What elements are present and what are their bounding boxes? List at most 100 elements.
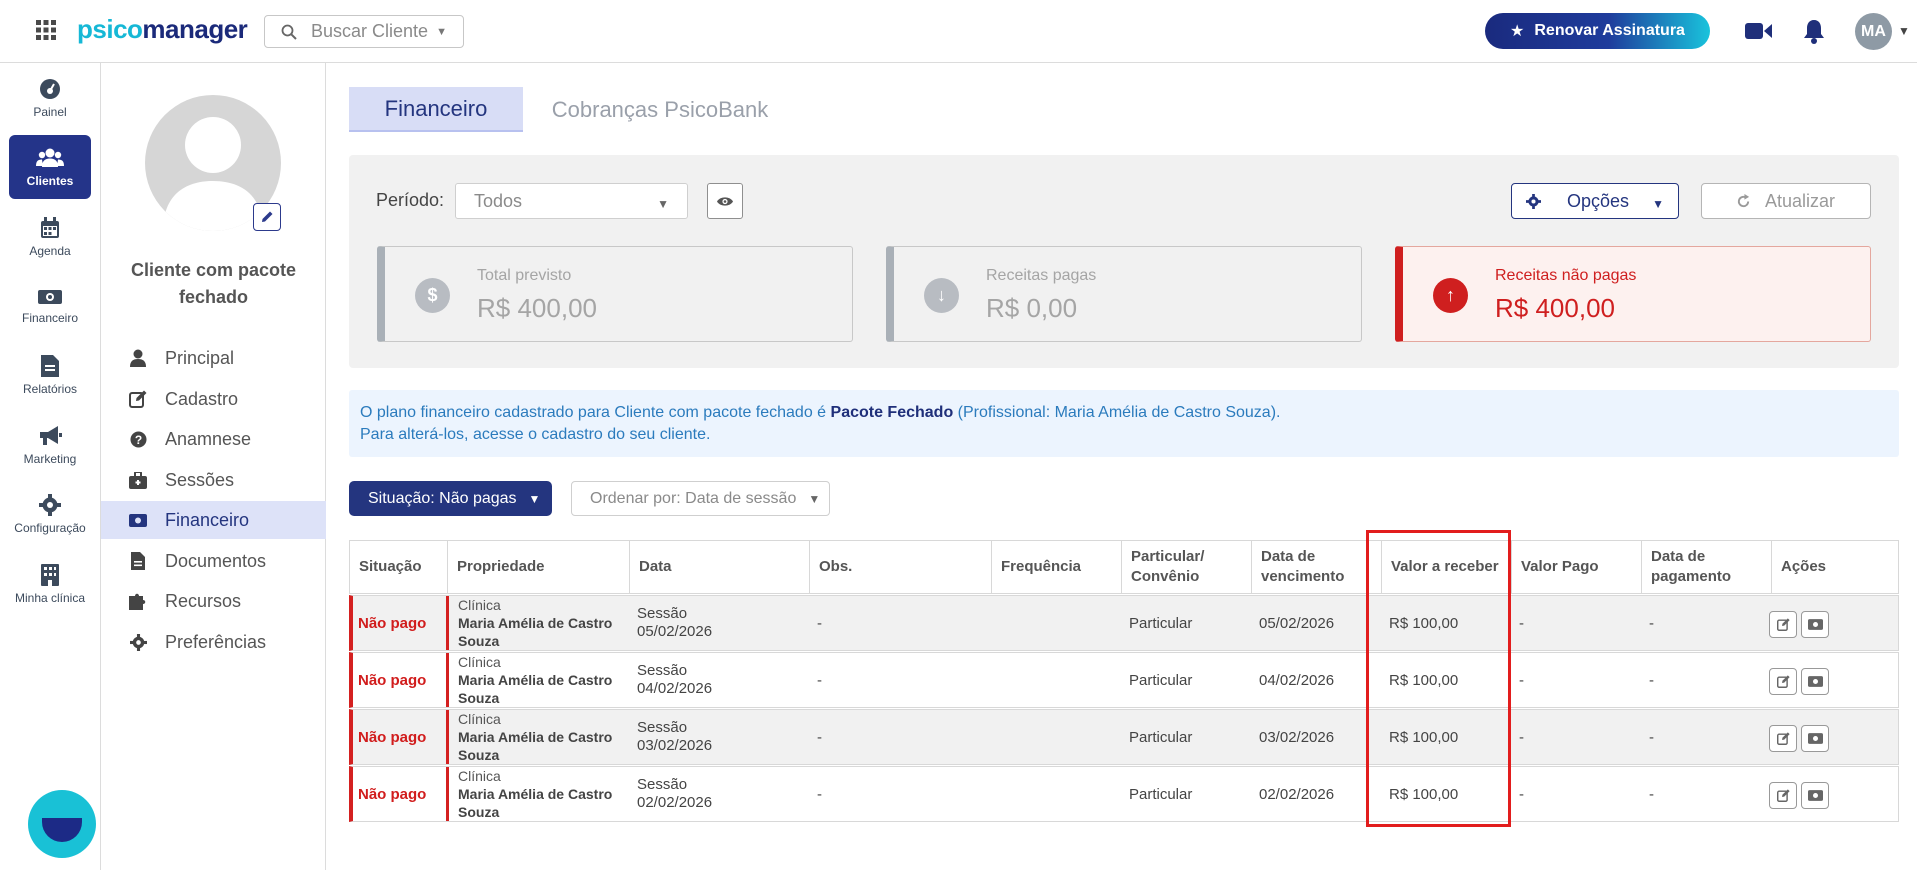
col-obs[interactable]: Obs. [809, 541, 991, 593]
toggle-visibility-button[interactable] [707, 183, 743, 219]
edit-icon [1776, 732, 1790, 745]
nav-item-painel[interactable]: Painel [9, 66, 91, 130]
client-menu-principal[interactable]: Principal [101, 339, 326, 377]
edit-entry-button[interactable] [1769, 668, 1797, 695]
help-chat-bubble[interactable] [28, 790, 96, 858]
question-icon: ? [130, 431, 146, 447]
top-bar: psicomanager Buscar Cliente ▼ ★ Renovar … [0, 0, 1917, 63]
cell-valor: R$ 100,00 [1389, 728, 1459, 746]
dashboard-icon [40, 78, 60, 99]
search-icon [281, 24, 297, 40]
col-data-vencimento[interactable]: Data de vencimento [1251, 541, 1381, 593]
renew-subscription-button[interactable]: ★ Renovar Assinatura [1485, 13, 1710, 49]
atualizar-button[interactable]: Atualizar [1701, 183, 1871, 219]
register-payment-button[interactable] [1801, 611, 1829, 638]
register-payment-button[interactable] [1801, 782, 1829, 809]
cell-status: Não pago [358, 728, 427, 746]
col-particular-convenio[interactable]: Particular/ Convênio [1121, 541, 1251, 593]
nav-item-clientes[interactable]: Clientes [9, 135, 91, 199]
nav-item-minha-clinica[interactable]: Minha clínica [9, 552, 91, 616]
col-valor-pago[interactable]: Valor Pago [1511, 541, 1641, 593]
col-situacao[interactable]: Situação [350, 541, 447, 593]
propriedade-line: Souza [458, 747, 500, 763]
col-frequencia[interactable]: Frequência [991, 541, 1121, 593]
header-line: vencimento [1261, 568, 1345, 585]
tab-cobrancas-psicobank[interactable]: Cobranças PsicoBank [530, 87, 790, 132]
client-menu-documentos[interactable]: Documentos [101, 542, 326, 580]
periodo-select[interactable]: Todos ▼ [455, 183, 688, 219]
briefcase-icon [129, 471, 147, 489]
pencil-icon [262, 211, 273, 222]
card-value: R$ 400,00 [477, 293, 597, 323]
opcoes-label: Opções [1567, 190, 1630, 211]
video-camera-icon[interactable] [1745, 21, 1773, 41]
gear-icon [1526, 193, 1541, 209]
header-line: Data de [1261, 548, 1316, 565]
bell-icon[interactable] [1803, 18, 1825, 44]
nav-item-financeiro[interactable]: Financeiro [9, 274, 91, 338]
avatar-chevron-down-icon[interactable]: ▼ [1898, 24, 1910, 38]
apps-grid-icon[interactable] [36, 20, 56, 40]
client-menu-sessoes[interactable]: Sessões [101, 461, 326, 499]
ordenar-dropdown-button[interactable]: Ordenar por: Data de sessão ▼ [571, 481, 830, 516]
eye-icon [717, 196, 733, 206]
cell-freq [990, 596, 1120, 650]
nav-label: Configuração [14, 520, 86, 535]
client-menu-anamnese[interactable]: ? Anamnese [101, 420, 326, 458]
table-row[interactable]: Não pago Clínica Maria Amélia de Castro Sou… [349, 766, 1899, 822]
table-row[interactable]: Não pago Clínica Maria Amélia de Castro Sou… [349, 595, 1899, 651]
data-line: Sessão [637, 776, 688, 793]
gear-icon [39, 493, 61, 516]
tab-financeiro[interactable]: Financeiro [349, 87, 523, 132]
cell-status: Não pago [358, 785, 427, 803]
register-payment-button[interactable] [1801, 725, 1829, 752]
cell-venc: 02/02/2026 [1259, 785, 1335, 803]
psicomanager-logo[interactable]: psicomanager [77, 14, 248, 45]
col-valor-receber[interactable]: Valor a receber [1381, 541, 1511, 593]
client-menu-preferencias[interactable]: Preferências [101, 623, 326, 661]
table-row[interactable]: Não pago Clínica Maria Amélia de Castro Sou… [349, 709, 1899, 765]
client-menu-financeiro[interactable]: Financeiro [101, 501, 326, 539]
edit-entry-button[interactable] [1769, 611, 1797, 638]
client-menu-label: Preferências [165, 631, 267, 652]
client-menu-label: Anamnese [165, 428, 252, 449]
nav-item-configuracao[interactable]: Configuração [9, 482, 91, 546]
header-line: Particular/ [1131, 548, 1205, 565]
edit-entry-button[interactable] [1769, 782, 1797, 809]
situacao-filter-button[interactable]: Situação: Não pagas ▼ [349, 481, 552, 516]
opcoes-dropdown-button[interactable]: Opções ▼ [1511, 183, 1679, 219]
client-menu-cadastro[interactable]: Cadastro [101, 380, 326, 418]
edit-icon [1776, 675, 1790, 688]
table-row[interactable]: Não pago Clínica Maria Amélia de Castro Sou… [349, 652, 1899, 708]
nav-item-marketing[interactable]: Marketing [9, 413, 91, 477]
edit-photo-button[interactable] [253, 203, 281, 231]
search-client-dropdown[interactable]: Buscar Cliente ▼ [264, 15, 464, 48]
svg-text:?: ? [134, 433, 141, 447]
col-data-pagamento[interactable]: Data de pagamento [1641, 541, 1771, 593]
chevron-down-icon: ▼ [528, 491, 541, 506]
cell-valor: R$ 100,00 [1389, 785, 1459, 803]
cell-data: Sessão 03/02/2026 [628, 710, 808, 764]
nav-label: Minha clínica [14, 590, 86, 605]
edit-entry-button[interactable] [1769, 725, 1797, 752]
cell-venc: 03/02/2026 [1259, 728, 1335, 746]
cell-obs: - [817, 785, 822, 803]
ordenar-label: Ordenar por: Data de sessão [590, 489, 797, 507]
nav-item-agenda[interactable]: Agenda [9, 205, 91, 269]
cell-valor: R$ 100,00 [1389, 671, 1459, 689]
col-propriedade[interactable]: Propriedade [447, 541, 629, 593]
register-payment-button[interactable] [1801, 668, 1829, 695]
col-data[interactable]: Data [629, 541, 809, 593]
nav-item-relatorios[interactable]: Relatórios [9, 343, 91, 407]
user-avatar[interactable]: MA [1855, 13, 1892, 50]
client-menu-recursos[interactable]: Recursos [101, 582, 326, 620]
cell-tipo: Particular [1129, 728, 1193, 746]
cell-propriedade: Clínica Maria Amélia de Castro Souza [446, 596, 628, 650]
cell-status: Não pago [358, 614, 427, 632]
cell-status: Não pago [358, 671, 427, 689]
propriedade-line: Maria Amélia de Castro [458, 786, 613, 802]
cell-data: Sessão 02/02/2026 [628, 767, 808, 821]
header-line: Convênio [1131, 568, 1200, 585]
propriedade-line: Souza [458, 633, 500, 649]
arrow-down-icon: ↓ [924, 278, 959, 313]
